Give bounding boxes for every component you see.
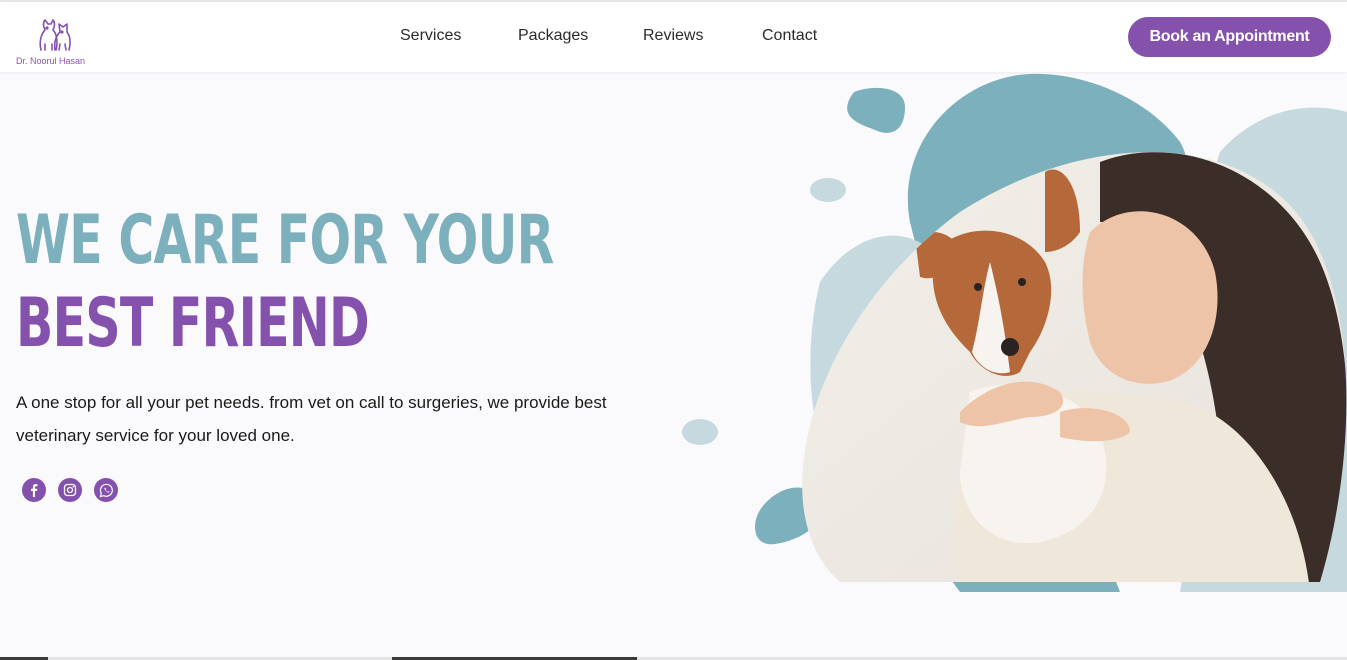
brand-logo[interactable]: Dr. Noorul Hasan xyxy=(14,14,94,72)
hero-title-line1: WE CARE FOR YOUR xyxy=(16,201,554,280)
nav-services[interactable]: Services xyxy=(400,27,461,45)
hero-illustration xyxy=(660,72,1347,592)
whatsapp-icon[interactable] xyxy=(94,478,118,502)
dog-and-cat-icon xyxy=(39,19,71,51)
site-header: Dr. Noorul Hasan Services Packages Revie… xyxy=(0,2,1347,72)
nav-contact[interactable]: Contact xyxy=(762,27,817,45)
brand-name: Dr. Noorul Hasan xyxy=(16,56,86,66)
nav-reviews[interactable]: Reviews xyxy=(643,27,703,45)
book-appointment-button[interactable]: Book an Appointment xyxy=(1128,17,1331,57)
nav-packages[interactable]: Packages xyxy=(518,27,588,45)
decor-blob xyxy=(847,87,905,133)
hero-description: A one stop for all your pet needs. from … xyxy=(16,393,607,445)
decor-blob xyxy=(682,419,718,445)
decor-blob xyxy=(810,178,846,202)
instagram-icon[interactable] xyxy=(58,478,82,502)
hero-title-line2: BEST FRIEND xyxy=(16,284,370,363)
facebook-icon[interactable] xyxy=(22,478,46,502)
